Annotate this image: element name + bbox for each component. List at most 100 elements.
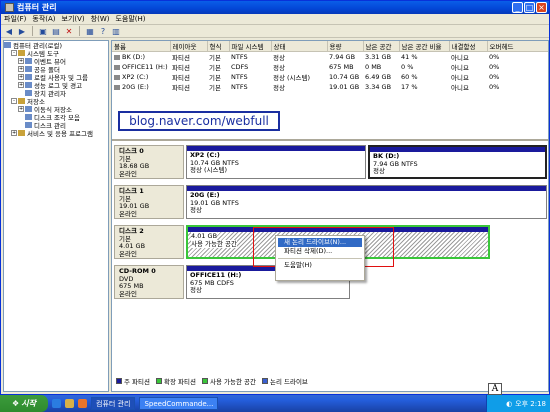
menu-view[interactable]: 보기(V) bbox=[62, 14, 85, 24]
volume-icon bbox=[114, 84, 120, 90]
table-cell: 파티션 bbox=[172, 84, 190, 92]
forward-icon[interactable]: ▶ bbox=[17, 26, 27, 36]
table-cell: 6.49 GB bbox=[365, 73, 392, 81]
table-row[interactable]: 20G (E:) 파티션 기본 NTFS 정상 19.01 GB 3.34 GB 17 % 아니… bbox=[112, 82, 548, 92]
table-cell: 3.34 GB bbox=[365, 83, 392, 91]
partition-e[interactable]: 20G (E:) 19.01 GB NTFS 정상 bbox=[186, 185, 547, 219]
partition-c[interactable]: XP2 (C:) 10.74 GB NTFS 정상 (시스템) bbox=[186, 145, 366, 179]
ime-indicator[interactable]: A bbox=[488, 383, 502, 395]
windows-logo-icon: ❖ bbox=[12, 399, 20, 408]
column-header[interactable]: 레이아웃 bbox=[170, 41, 208, 52]
expander-icon[interactable]: + bbox=[18, 106, 24, 112]
disk-label[interactable]: 디스크 0 기본 18.68 GB 온라인 bbox=[114, 145, 184, 179]
up-folder-icon[interactable]: ▣ bbox=[38, 26, 48, 36]
help-icon[interactable]: ? bbox=[98, 26, 108, 36]
console-tree: 컴퓨터 관리(로컬) - 시스템 도구 + 이벤트 뷰어 + 공유 폴더 + 로컬 사용자 및… bbox=[3, 40, 109, 392]
toolbar: ◀ ▶ ▣ ▤ ✕ ▦ ? ▥ bbox=[1, 25, 549, 38]
node-icon bbox=[25, 66, 32, 72]
table-row[interactable]: OFFICE11 (H:) 파티션 기본 CDFS 정상 675 MB 0 MB 0 % 아니요… bbox=[112, 62, 548, 72]
disk-label[interactable]: CD-ROM 0 DVD 675 MB 온라인 bbox=[114, 265, 184, 299]
column-header[interactable]: 형식 bbox=[207, 41, 230, 52]
expander-icon[interactable]: + bbox=[18, 74, 24, 80]
table-cell: CDFS bbox=[231, 63, 249, 71]
volume-cell: 20G (E:) bbox=[112, 82, 170, 92]
close-button[interactable]: × bbox=[536, 2, 547, 13]
expander-icon[interactable]: + bbox=[18, 58, 24, 64]
table-cell: 정상 bbox=[273, 84, 285, 92]
table-cell: 정상 bbox=[273, 54, 285, 62]
table-cell: 파티션 bbox=[172, 54, 190, 62]
disk-label[interactable]: 디스크 2 기본 4.01 GB 온라인 bbox=[114, 225, 184, 259]
maximize-button[interactable]: □ bbox=[524, 2, 535, 13]
menu-bar: 파일(F) 동작(A) 보기(V) 창(W) 도움말(H) bbox=[1, 14, 549, 25]
table-cell: 3.31 GB bbox=[365, 53, 392, 61]
window-title: 컴퓨터 관리 bbox=[17, 3, 57, 12]
tray-icon[interactable]: ◐ bbox=[506, 400, 512, 408]
menu-delete-partition[interactable]: 파티션 삭제(D)... bbox=[278, 247, 362, 256]
taskbar-item-computer-management[interactable]: 컴퓨터 관리 bbox=[91, 397, 136, 410]
legend-item: 사용 가능한 공간 bbox=[201, 376, 256, 386]
menu-new-logical-drive[interactable]: 새 논리 드라이브(N)... bbox=[278, 238, 362, 247]
node-icon bbox=[25, 114, 32, 120]
media-icon[interactable] bbox=[78, 399, 87, 408]
start-button[interactable]: ❖ 시작 bbox=[0, 395, 48, 412]
volume-table: 볼륨 레이아웃 형식 파일 시스템 상태 용량 남은 공간 남은 공간 비율 내결함성 오버헤드 … bbox=[112, 41, 548, 92]
table-cell: 0% bbox=[489, 83, 500, 91]
expander-icon[interactable]: + bbox=[18, 66, 24, 72]
volume-icon bbox=[114, 64, 120, 70]
computer-icon bbox=[4, 42, 11, 48]
disk-label[interactable]: 디스크 1 기본 19.01 GB 온라인 bbox=[114, 185, 184, 219]
table-row[interactable]: XP2 (C:) 파티션 기본 NTFS 정상 (시스템) 10.74 GB 6.49 GB… bbox=[112, 72, 548, 82]
minimize-button[interactable]: _ bbox=[512, 2, 523, 13]
clock: 오후 2:18 bbox=[515, 399, 546, 408]
table-cell: NTFS bbox=[231, 73, 248, 81]
column-header[interactable]: 용량 bbox=[327, 41, 364, 52]
table-cell: 41 % bbox=[401, 53, 418, 61]
node-icon bbox=[25, 74, 32, 80]
expander-icon[interactable]: - bbox=[11, 50, 17, 56]
properties-icon[interactable]: ▦ bbox=[85, 26, 95, 36]
table-row[interactable]: BK (D:) 파티션 기본 NTFS 정상 7.94 GB 3.31 GB 41 % 아니요 0… bbox=[112, 52, 548, 63]
menu-file[interactable]: 파일(F) bbox=[4, 14, 26, 24]
taskbar-item-speedcommander[interactable]: SpeedCommande... bbox=[139, 397, 219, 410]
node-icon bbox=[18, 50, 25, 56]
details-pane: 볼륨 레이아웃 형식 파일 시스템 상태 용량 남은 공간 남은 공간 비율 내결함성 오버헤드 … bbox=[111, 40, 549, 392]
table-cell: 파티션 bbox=[172, 64, 190, 72]
expander-icon[interactable]: + bbox=[11, 130, 17, 136]
menu-action[interactable]: 동작(A) bbox=[32, 14, 55, 24]
title-bar[interactable]: 컴퓨터 관리 _ □ × bbox=[1, 1, 549, 14]
volume-cell: XP2 (C:) bbox=[112, 72, 170, 82]
table-cell: 10.74 GB bbox=[329, 73, 360, 81]
column-header[interactable]: 남은 공간 비율 bbox=[399, 41, 450, 52]
menu-help[interactable]: 도움말(H) bbox=[115, 14, 145, 24]
menu-help-item[interactable]: 도움말(H) bbox=[278, 261, 362, 270]
column-header[interactable]: 파일 시스템 bbox=[229, 41, 272, 52]
show-tree-icon[interactable]: ▤ bbox=[51, 26, 61, 36]
tree-item[interactable]: 장치 관리자 bbox=[4, 89, 108, 98]
column-header[interactable]: 내결함성 bbox=[449, 41, 488, 52]
disk-row-0: 디스크 0 기본 18.68 GB 온라인 XP2 (C:) 10.74 GB N… bbox=[112, 143, 548, 181]
expander-icon[interactable]: - bbox=[11, 98, 17, 104]
table-cell: 0 % bbox=[401, 63, 414, 71]
column-header[interactable]: 상태 bbox=[271, 41, 328, 52]
delete-icon[interactable]: ✕ bbox=[64, 26, 74, 36]
back-icon[interactable]: ◀ bbox=[4, 26, 14, 36]
desktop-icon[interactable] bbox=[65, 399, 74, 408]
table-cell: 기본 bbox=[209, 64, 221, 72]
browser-icon[interactable] bbox=[52, 399, 61, 408]
node-icon bbox=[25, 82, 32, 88]
column-header[interactable]: 남은 공간 bbox=[363, 41, 400, 52]
table-cell: 아니요 bbox=[451, 84, 469, 92]
table-cell: 아니요 bbox=[451, 54, 469, 62]
expander-icon[interactable]: + bbox=[18, 82, 24, 88]
table-cell: 파티션 bbox=[172, 74, 190, 82]
menu-window[interactable]: 창(W) bbox=[91, 14, 110, 24]
volume-cell: BK (D:) bbox=[112, 52, 170, 63]
view-icon[interactable]: ▥ bbox=[111, 26, 121, 36]
partition-d[interactable]: BK (D:) 7.94 GB NTFS 정상 bbox=[368, 145, 547, 179]
table-cell: 0% bbox=[489, 73, 500, 81]
table-cell: 정상 bbox=[273, 64, 285, 72]
column-header[interactable]: 볼륨 bbox=[112, 41, 171, 52]
column-header[interactable]: 오버헤드 bbox=[487, 41, 548, 52]
tree-item[interactable]: + 서비스 및 응용 프로그램 bbox=[4, 129, 108, 138]
